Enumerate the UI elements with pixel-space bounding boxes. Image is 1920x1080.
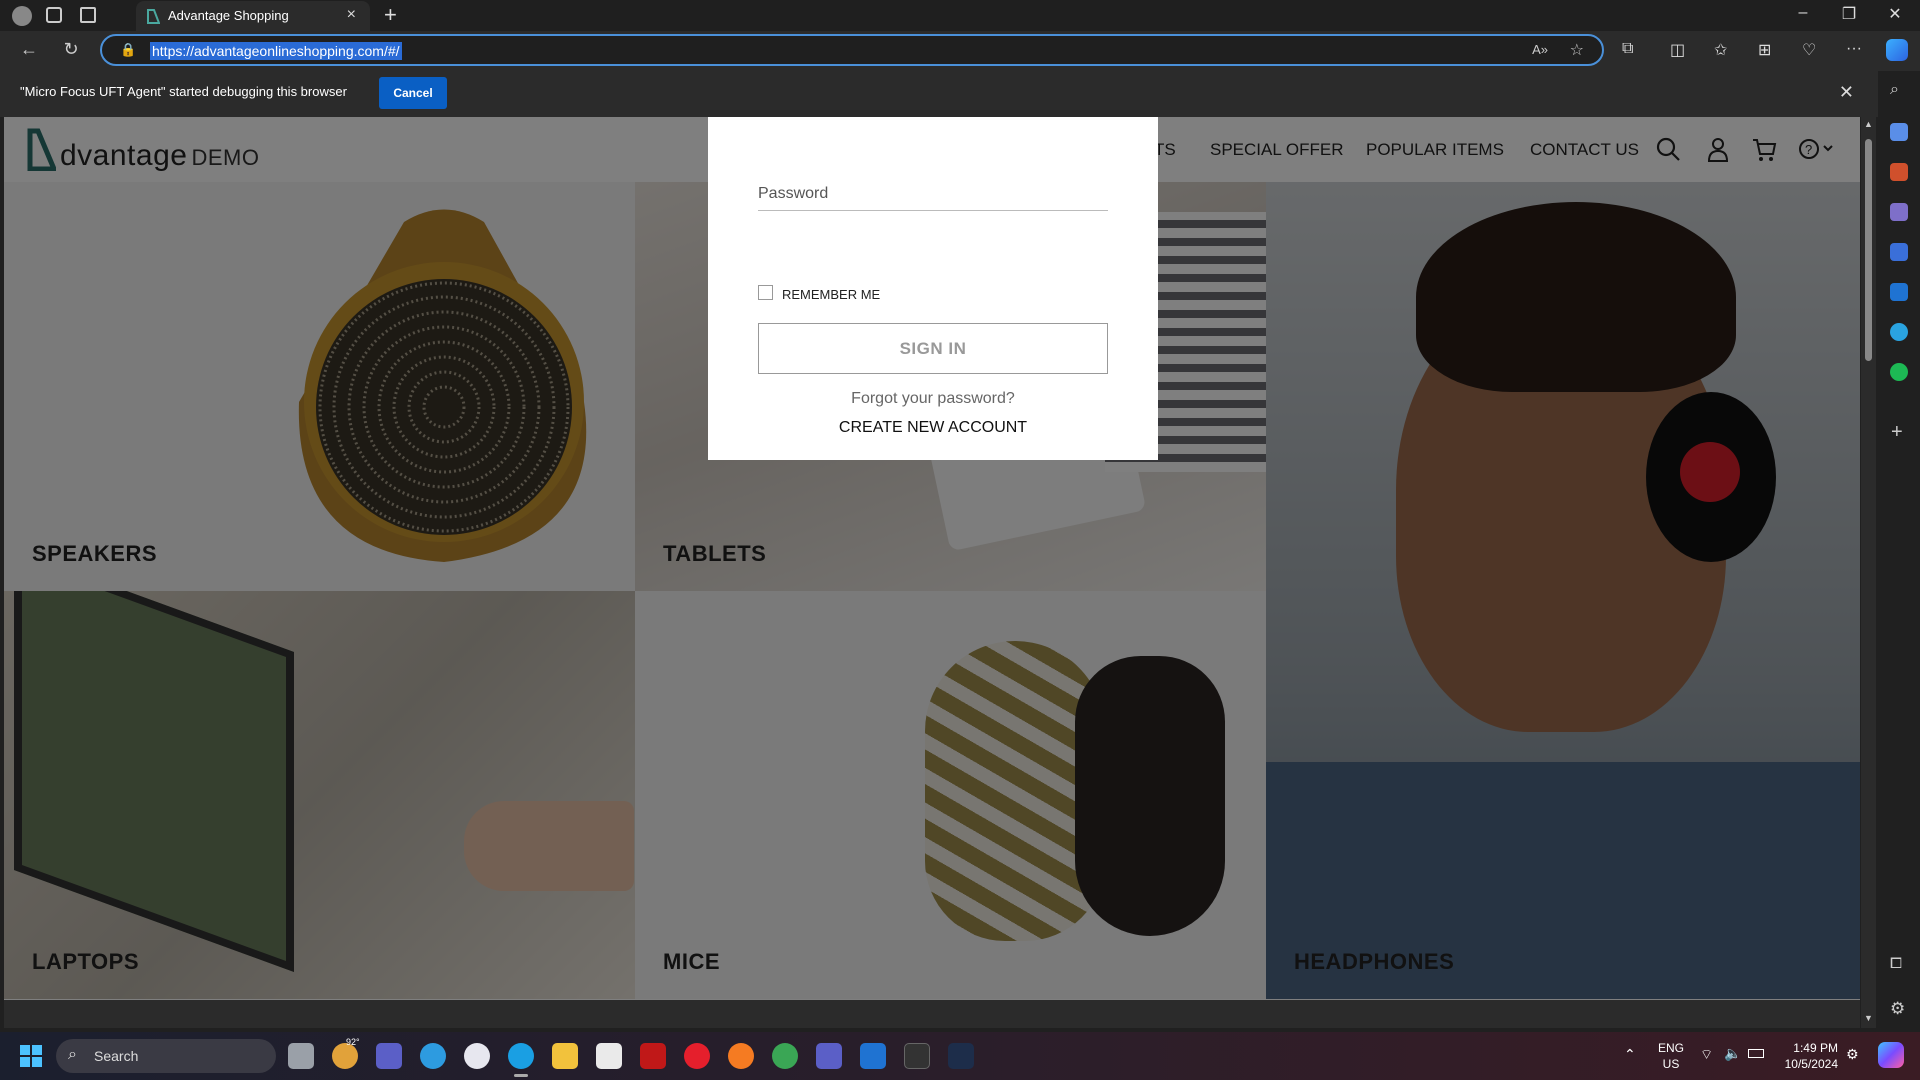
close-infobar-icon[interactable]: ✕ bbox=[1839, 82, 1854, 103]
password-underline bbox=[758, 210, 1108, 211]
sidebar-tools-icon[interactable] bbox=[1890, 163, 1908, 181]
more-menu-icon[interactable]: ··· bbox=[1846, 40, 1862, 58]
address-toolbar: ← ↻ 🔒 https://advantageonlineshopping.co… bbox=[0, 31, 1920, 71]
tab-advantage-shopping[interactable]: Advantage Shopping × bbox=[136, 1, 370, 31]
opera-icon[interactable] bbox=[684, 1043, 710, 1069]
profile-icon[interactable] bbox=[12, 6, 32, 26]
lock-icon: 🔒 bbox=[120, 42, 137, 57]
horizontal-scroll-area bbox=[4, 1000, 1860, 1028]
web-page: dvantageDEMO TS SPECIAL OFFER POPULAR IT… bbox=[4, 117, 1860, 1028]
sidebar-settings-icon[interactable]: ⚙ bbox=[1890, 999, 1905, 1019]
copilot-taskbar-icon[interactable] bbox=[1878, 1042, 1904, 1068]
store-icon[interactable] bbox=[596, 1043, 622, 1069]
edge-active-indicator bbox=[514, 1074, 528, 1077]
tab-actions-icon[interactable] bbox=[80, 7, 96, 23]
chrome-icon[interactable] bbox=[772, 1043, 798, 1069]
sidebar-telegram-icon[interactable] bbox=[1890, 323, 1908, 341]
new-tab-button[interactable]: + bbox=[384, 2, 397, 28]
read-aloud-icon[interactable]: A» bbox=[1532, 42, 1548, 57]
firefox-icon[interactable] bbox=[728, 1043, 754, 1069]
system-clock[interactable]: 1:49 PM 10/5/2024 bbox=[1780, 1040, 1838, 1072]
battery-icon[interactable] bbox=[1748, 1049, 1764, 1058]
advantage-favicon-icon bbox=[147, 9, 160, 24]
create-account-link[interactable]: CREATE NEW ACCOUNT bbox=[708, 419, 1158, 437]
task-view-icon[interactable] bbox=[288, 1043, 314, 1069]
browser-essentials-icon[interactable]: ♡ bbox=[1802, 40, 1816, 60]
browser-tab-bar: Advantage Shopping × + – ❐ ✕ bbox=[0, 0, 1920, 31]
wifi-icon[interactable]: ⌔ bbox=[1700, 1046, 1713, 1064]
edge-icon[interactable] bbox=[508, 1043, 534, 1069]
sidebar-copilot-icon[interactable] bbox=[1890, 243, 1908, 261]
remember-me-checkbox[interactable] bbox=[758, 285, 773, 300]
start-icon[interactable] bbox=[20, 1045, 42, 1067]
minimize-button[interactable]: – bbox=[1780, 4, 1826, 22]
edge-dev-icon[interactable] bbox=[420, 1043, 446, 1069]
volume-icon[interactable]: 🔈 bbox=[1724, 1045, 1741, 1062]
favorite-star-icon[interactable]: ☆ bbox=[1570, 40, 1584, 60]
sidebar-spotify-icon[interactable] bbox=[1890, 363, 1908, 381]
scroll-thumb[interactable] bbox=[1865, 139, 1872, 361]
login-modal: Password REMEMBER ME SIGN IN Forgot your… bbox=[708, 117, 1158, 460]
address-bar[interactable]: 🔒 https://advantageonlineshopping.com/#/… bbox=[100, 34, 1604, 66]
split-screen-icon[interactable]: ◫ bbox=[1670, 40, 1685, 60]
debug-info-bar: "Micro Focus UFT Agent" started debuggin… bbox=[0, 71, 1920, 117]
sidebar-add-icon[interactable]: + bbox=[1891, 421, 1903, 444]
extensions-icon[interactable]: ⧉ bbox=[1622, 40, 1633, 58]
tab-title: Advantage Shopping bbox=[168, 8, 289, 23]
close-window-button[interactable]: ✕ bbox=[1872, 4, 1918, 24]
teams-icon[interactable] bbox=[376, 1043, 402, 1069]
scroll-up-icon[interactable]: ▲ bbox=[1864, 119, 1873, 129]
back-icon[interactable]: ← bbox=[14, 39, 44, 60]
vertical-scrollbar[interactable]: ▲ ▼ bbox=[1861, 117, 1876, 1028]
sidebar-hide-icon[interactable]: ⧠ bbox=[1890, 955, 1902, 972]
teams-new-icon[interactable] bbox=[816, 1043, 842, 1069]
tab-close-icon[interactable]: × bbox=[347, 6, 356, 24]
terminal-icon[interactable] bbox=[904, 1043, 930, 1069]
taskbar-search[interactable]: ⌕ Search bbox=[56, 1039, 276, 1073]
music-icon[interactable] bbox=[464, 1043, 490, 1069]
edge-sidebar: ⌕ + ⧠ ⚙ bbox=[1878, 71, 1920, 1029]
remember-me-label[interactable]: REMEMBER ME bbox=[782, 287, 880, 302]
sidebar-search-icon[interactable]: ⌕ bbox=[1890, 81, 1899, 99]
search-label: Search bbox=[94, 1048, 139, 1064]
mcafee-icon[interactable] bbox=[640, 1043, 666, 1069]
password-input[interactable]: Password bbox=[758, 185, 828, 203]
sidebar-shopping-icon[interactable] bbox=[1890, 123, 1908, 141]
outlook-icon[interactable] bbox=[860, 1043, 886, 1069]
scroll-down-icon[interactable]: ▼ bbox=[1864, 1013, 1873, 1023]
notification-icon[interactable]: ⚙ bbox=[1846, 1046, 1859, 1063]
url-text[interactable]: https://advantageonlineshopping.com/#/ bbox=[150, 42, 402, 60]
windows-taskbar: ⌕ Search 92° ⌃ ENG US ⌔ 🔈 1:49 PM 10/5/2… bbox=[0, 1032, 1920, 1080]
language-bottom: US bbox=[1662, 1057, 1680, 1071]
restore-button[interactable]: ❐ bbox=[1826, 4, 1872, 24]
cancel-debug-button[interactable]: Cancel bbox=[379, 77, 447, 109]
clock-date: 10/5/2024 bbox=[1784, 1057, 1838, 1071]
sidebar-games-icon[interactable] bbox=[1890, 203, 1908, 221]
copilot-icon[interactable] bbox=[1886, 39, 1908, 61]
workspaces-icon[interactable] bbox=[46, 7, 62, 23]
refresh-icon[interactable]: ↻ bbox=[56, 39, 86, 60]
debug-message: "Micro Focus UFT Agent" started debuggin… bbox=[20, 84, 347, 99]
weather-temp: 92° bbox=[346, 1037, 360, 1047]
language-indicator[interactable]: ENG US bbox=[1656, 1040, 1686, 1072]
search-glass-icon: ⌕ bbox=[68, 1046, 77, 1063]
clock-time: 1:49 PM bbox=[1793, 1041, 1838, 1055]
uft-agent-icon[interactable] bbox=[948, 1043, 974, 1069]
file-explorer-icon[interactable] bbox=[552, 1043, 578, 1069]
favorites-icon[interactable]: ✩ bbox=[1714, 40, 1727, 60]
language-top: ENG bbox=[1657, 1041, 1684, 1055]
forgot-password-link[interactable]: Forgot your password? bbox=[708, 390, 1158, 408]
weather-icon[interactable]: 92° bbox=[332, 1037, 360, 1069]
collections-icon[interactable]: ⊞ bbox=[1758, 40, 1771, 60]
sign-in-button[interactable]: SIGN IN bbox=[758, 323, 1108, 374]
sidebar-outlook-icon[interactable] bbox=[1890, 283, 1908, 301]
tray-chevron-icon[interactable]: ⌃ bbox=[1624, 1046, 1636, 1063]
